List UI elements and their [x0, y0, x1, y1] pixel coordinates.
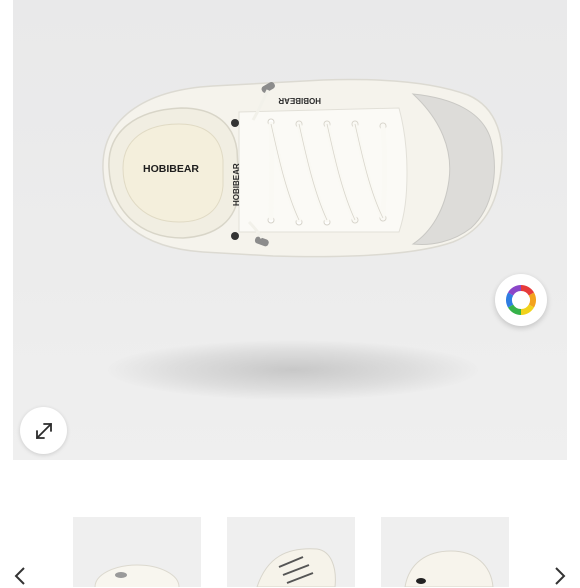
thumbnail-item[interactable] — [381, 517, 509, 587]
thumbnail-shoe-side-image — [381, 517, 509, 587]
color-wheel-icon — [506, 285, 536, 315]
side-brand-label: HOBIBEAR — [278, 96, 321, 105]
thumbnail-next-button[interactable] — [548, 564, 572, 588]
thumbnail-item[interactable] — [227, 517, 355, 587]
thumbnail-item[interactable] — [73, 517, 201, 587]
color-options-button[interactable] — [495, 274, 547, 326]
thumbnail-shoe-sole-image — [73, 517, 201, 587]
thumbnail-strip — [0, 500, 580, 587]
shoe-shadow — [108, 340, 478, 400]
thumbnail-shoe-laces-image — [227, 517, 355, 587]
expand-arrows-icon — [35, 422, 52, 439]
chevron-right-icon — [555, 567, 566, 585]
thumbnail-prev-button[interactable] — [8, 564, 32, 588]
product-main-image[interactable]: HOBIBEAR HOBIBEAR HOBIBEAR — [13, 0, 567, 460]
insole-brand-label: HOBIBEAR — [143, 163, 199, 175]
tongue-brand-label: HOBIBEAR — [232, 163, 241, 206]
chevron-left-icon — [14, 567, 25, 585]
expand-image-button[interactable] — [20, 407, 67, 454]
